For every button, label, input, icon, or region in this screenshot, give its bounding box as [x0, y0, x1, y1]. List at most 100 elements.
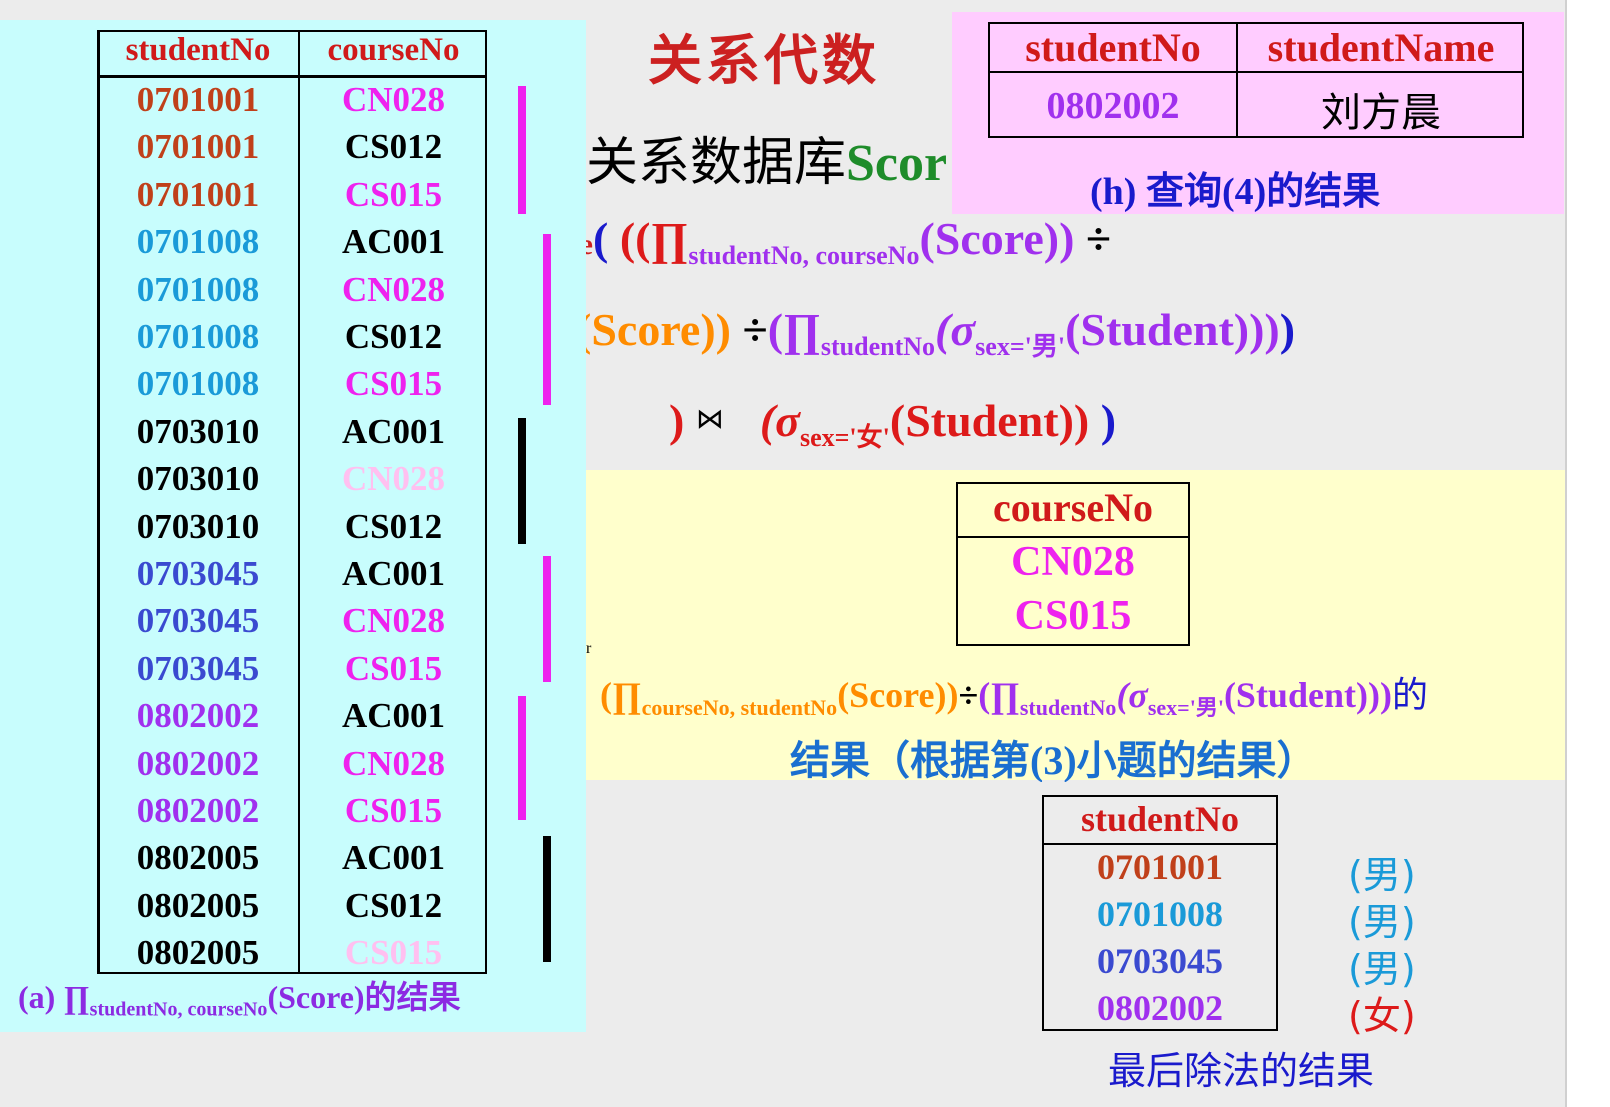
table-cell-courseNo: CS015 [344, 648, 443, 688]
table-cell-courseNo: CN028 [341, 601, 446, 641]
table-cell-courseNo: CS015 [344, 933, 443, 973]
join-icon: ⋈ [695, 402, 724, 435]
result-cell-studentNo: 0701008 [1097, 894, 1223, 934]
caption-sub: studentNo, courseNo [89, 998, 268, 1021]
table-divider [298, 30, 300, 974]
yexpr-sigma-sub: sex='男' [1147, 695, 1224, 721]
table-cell-studentNo: 0802002 [136, 696, 260, 736]
course-table-header: courseNo [993, 485, 1153, 530]
group-bracket [518, 86, 526, 214]
table-cell-studentNo: 0703010 [136, 506, 260, 546]
caption-prefix: (a) ∏ [18, 979, 90, 1015]
query4-cell-studentNo: 0802002 [1046, 85, 1180, 127]
table-cell-studentNo: 0802002 [136, 791, 260, 830]
window-edge [1565, 0, 1610, 1107]
table-cell-courseNo: CS015 [344, 364, 443, 404]
yexpr-proj: (∏ [600, 675, 642, 715]
table-cell-studentNo: 0701008 [136, 317, 260, 356]
score-projection-caption: (a) ∏studentNo, courseNo(Score)的结果 [18, 972, 461, 1021]
table-cell-studentNo: 0703045 [136, 648, 260, 688]
expression-2: o(Score)) ÷(∏studentNo(σsex='男'(Student)… [563, 303, 1295, 363]
table-cell-studentNo: 0703045 [136, 601, 260, 641]
table-cell-studentNo: 0701008 [136, 269, 260, 309]
final-result-caption: 最后除法的结果 [1108, 1049, 1375, 1093]
expr2-sigma: (σ [935, 304, 976, 355]
yexpr-proj2-sub: studentNo [1019, 695, 1117, 721]
table-cell-studentNo: 0701008 [136, 222, 260, 262]
table-cell-courseNo: CS012 [344, 885, 443, 925]
expr2-proj-sub: studentNo [820, 332, 936, 362]
query4-header-studentNo: studentNo [1025, 25, 1201, 70]
expr3-sigma-sub: sex='女' [799, 423, 890, 453]
table-cell-studentNo: 0701008 [136, 364, 260, 404]
division-expression: (∏courseNo, studentNo(Score))÷(∏studentN… [600, 666, 1428, 722]
intro-highlight: Scor [846, 135, 948, 192]
expr3-sigma: (σ [759, 395, 800, 446]
table-cell-courseNo: CS015 [344, 174, 443, 214]
query4-caption: (h) 查询(4)的结果 [1090, 171, 1381, 213]
course-table-row: CN028 [1011, 539, 1135, 585]
group-bracket [518, 696, 526, 820]
table-cell-studentNo: 0802005 [136, 885, 260, 925]
table-cell-studentNo: 0701001 [136, 127, 260, 167]
result-cell-studentNo: 0701001 [1097, 847, 1223, 887]
score-projection-table [97, 30, 487, 974]
caption-suffix: (Score)的结果 [267, 979, 461, 1015]
result-cell-studentNo: 0703045 [1097, 941, 1223, 981]
expr1-score: (Score)) [919, 213, 1086, 264]
col-header-courseNo: courseNo [327, 32, 460, 68]
table-cell-courseNo: CN028 [341, 269, 446, 309]
expr2-close: ) [1279, 304, 1296, 355]
table-cell-studentNo: 0703010 [136, 459, 260, 499]
table-divider [988, 71, 1524, 73]
table-cell-courseNo: CN028 [341, 743, 446, 783]
expr2-sigma-sub: sex='男' [975, 332, 1066, 362]
course-table-row: CS015 [1014, 593, 1132, 639]
slide-title: 关系代数 [648, 28, 880, 92]
table-cell-studentNo: 0701001 [136, 80, 260, 119]
expr3-close: ) [669, 395, 696, 446]
division-caption: 结果（根据第(3)小题的结果） [790, 738, 1317, 783]
table-cell-studentNo: 0802005 [136, 838, 260, 878]
table-cell-courseNo: CS012 [344, 317, 443, 356]
group-bracket [543, 556, 551, 682]
table-cell-studentNo: 0701001 [136, 174, 260, 214]
yexpr-student: (Student))) [1223, 675, 1392, 715]
group-bracket [543, 234, 551, 405]
expr1-proj: ((∏ [619, 213, 689, 264]
result-sex-label: (女) [1348, 994, 1416, 1038]
table-cell-courseNo: AC001 [341, 838, 446, 878]
group-bracket [518, 418, 526, 544]
yexpr-de: 的 [1391, 675, 1428, 716]
group-bracket [543, 836, 551, 962]
table-cell-courseNo: AC001 [341, 554, 446, 593]
query4-header-studentName: studentName [1267, 25, 1495, 70]
table-divider [97, 75, 487, 78]
table-cell-courseNo: CS012 [344, 506, 443, 546]
table-cell-courseNo: CN028 [341, 80, 446, 119]
intro-text: 关系数据库 [586, 133, 847, 193]
table-cell-courseNo: CN028 [341, 459, 446, 499]
expr1-proj-sub: studentNo, courseNo [688, 241, 920, 271]
yexpr-proj2: (∏ [978, 675, 1020, 715]
yexpr-proj-sub: courseNo, studentNo [641, 695, 838, 721]
expression-1: ne( ((∏studentNo, courseNo(Score)) ÷ [563, 212, 1111, 271]
expr3-outer-close: ) [1100, 395, 1117, 446]
expr1-divide: ÷ [1085, 213, 1112, 264]
table-cell-studentNo: 0802002 [136, 743, 260, 783]
expr3-student: (Student)) [889, 395, 1101, 446]
expression-3: ) ⋈ (σsex='女'(Student)) ) [669, 394, 1116, 454]
stray-glyph: r [586, 640, 592, 657]
table-cell-courseNo: AC001 [341, 696, 446, 736]
intro-line: 关系数据库Scor [586, 120, 947, 195]
yexpr-divide: ÷ [958, 675, 979, 715]
table-cell-courseNo: AC001 [341, 411, 446, 451]
result-cell-studentNo: 0802002 [1097, 988, 1223, 1028]
expr1-paren: ( [593, 213, 620, 264]
query4-cell-studentName: 刘方晨 [1321, 90, 1441, 136]
expr2-student: (Student))) [1065, 304, 1280, 355]
yexpr-score: (Score)) [837, 675, 959, 715]
table-cell-studentNo: 0703010 [136, 411, 260, 451]
table-cell-courseNo: CS012 [344, 127, 443, 167]
expr2-divide: ÷ [742, 304, 768, 355]
